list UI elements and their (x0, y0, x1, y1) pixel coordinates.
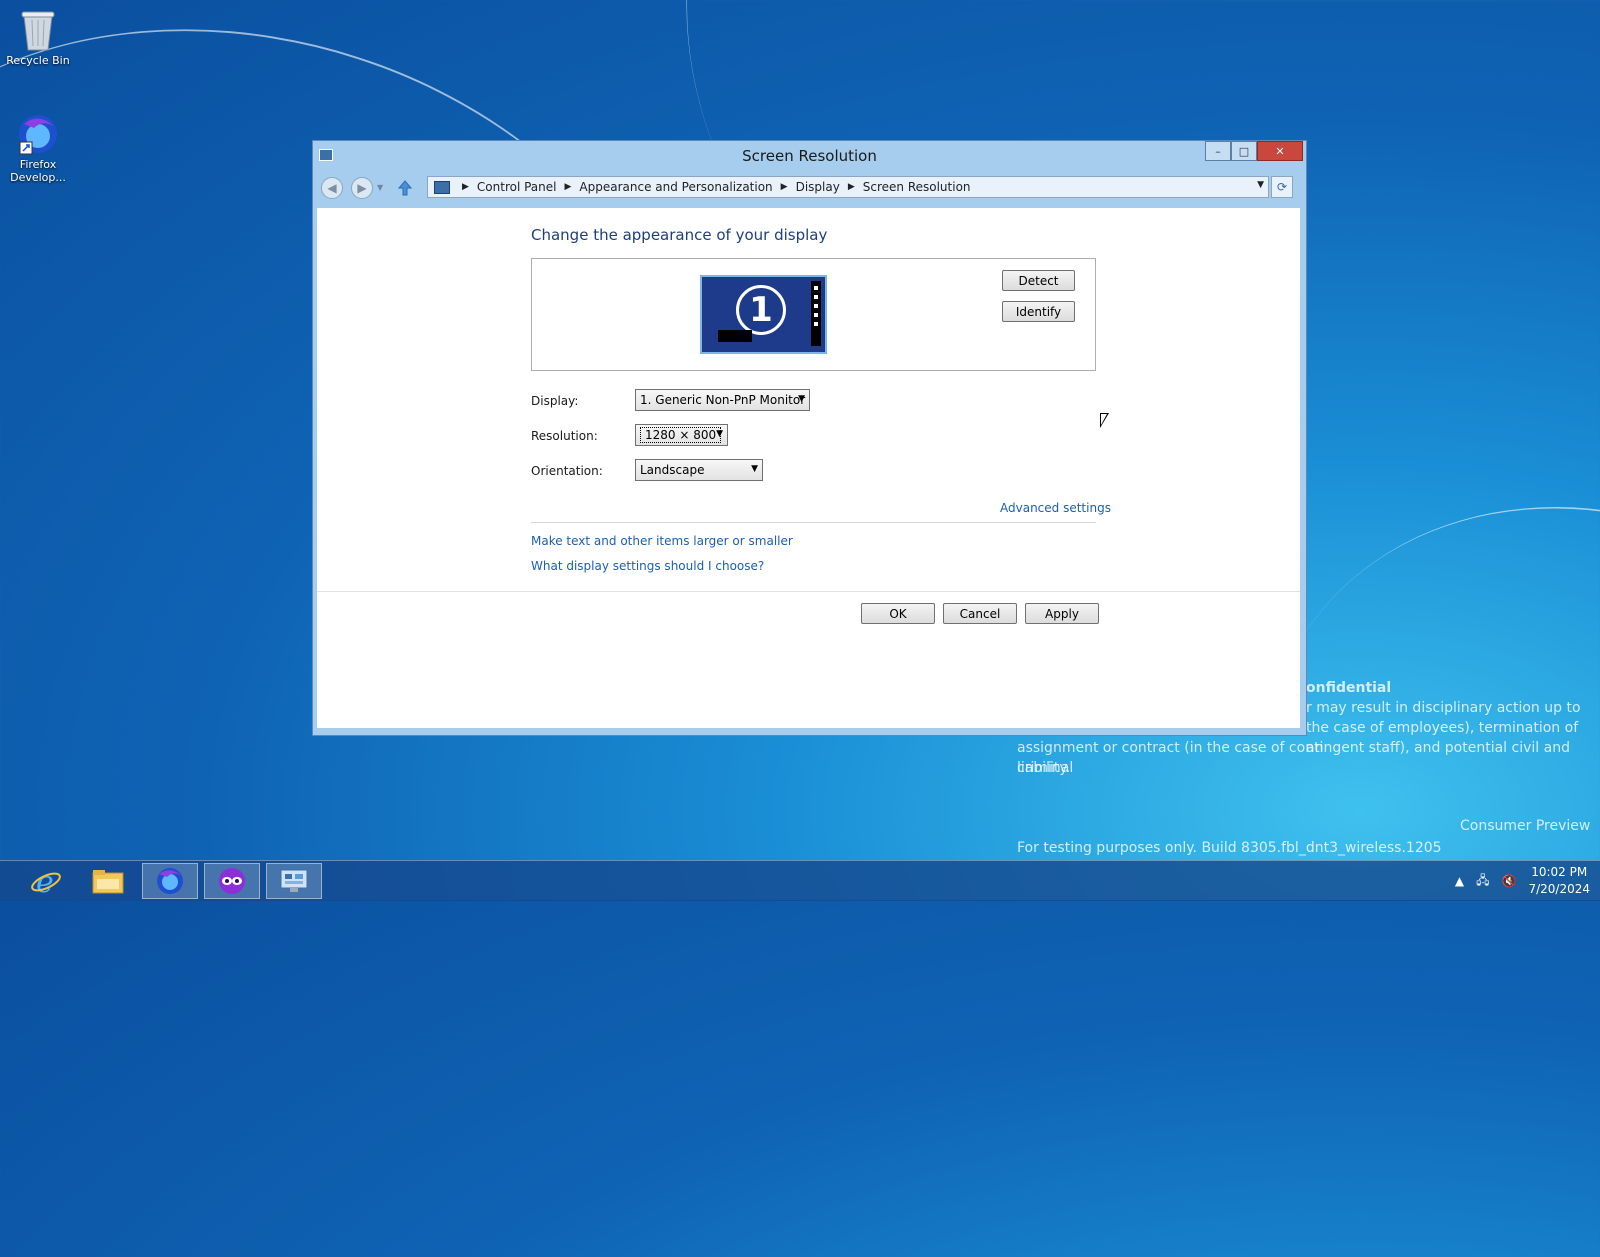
desktop-icon-firefox-developer[interactable]: Firefox Develop... (0, 112, 76, 184)
monitor-bar-icon (718, 330, 752, 342)
breadcrumb-separator-icon[interactable]: ▶ (565, 182, 572, 192)
clock-time: 10:02 PM (1531, 865, 1588, 879)
taskbar-private-browser[interactable] (204, 863, 260, 899)
display-select-value: 1. Generic Non-PnP Monitor (640, 393, 806, 407)
divider (317, 591, 1300, 592)
display-help-link[interactable]: What display settings should I choose? (531, 559, 764, 573)
window-title: Screen Resolution (742, 147, 877, 165)
apply-button[interactable]: Apply (1025, 603, 1099, 624)
watermark-text: For testing purposes only. Build 8305.fb… (1017, 840, 1442, 856)
show-hidden-icons-button[interactable]: ▲ (1455, 874, 1464, 888)
breadcrumb-appearance[interactable]: Appearance and Personalization (579, 180, 772, 194)
refresh-button[interactable]: ⟳ (1271, 176, 1293, 198)
taskbar: e ▲ 🖧 🔇 10:02 PM 7/20/2024 (0, 860, 1600, 901)
orientation-select-value: Landscape (640, 463, 705, 477)
close-button[interactable]: ✕ (1257, 141, 1303, 161)
orientation-select[interactable]: Landscape ▼ (635, 459, 763, 481)
screen-resolution-window: Screen Resolution – □ ✕ ◀ ▶ ▼ ▶ Control … (312, 140, 1307, 736)
breadcrumb-control-panel[interactable]: Control Panel (477, 180, 557, 194)
svg-text:e: e (36, 865, 54, 897)
identify-button[interactable]: Identify (1002, 301, 1075, 322)
watermark-text: r may result in disciplinary action up t… (1306, 700, 1581, 716)
clock[interactable]: 10:02 PM 7/20/2024 (1528, 864, 1590, 898)
desktop-icon-label: Firefox Develop... (10, 158, 66, 184)
page-heading: Change the appearance of your display (531, 226, 828, 244)
firefox-developer-icon (16, 112, 60, 156)
firefox-developer-icon (157, 868, 183, 894)
chevron-down-icon: ▼ (798, 394, 805, 404)
display-preview-panel: 1 Detect Identify (531, 258, 1096, 371)
volume-muted-icon[interactable]: 🔇 (1502, 874, 1517, 888)
control-panel-icon (280, 869, 308, 892)
back-arrow-icon: ◀ (327, 181, 337, 195)
maximize-icon: □ (1238, 144, 1250, 158)
refresh-icon: ⟳ (1276, 180, 1288, 194)
chevron-down-icon: ▼ (716, 429, 723, 439)
chevron-down-icon: ▼ (751, 464, 758, 474)
maximize-button[interactable]: □ (1231, 141, 1257, 161)
taskbar-strip-icon (811, 281, 821, 346)
breadcrumb-display[interactable]: Display (796, 180, 840, 194)
address-dropdown-icon[interactable]: ▼ (1257, 180, 1264, 190)
content-pane: Change the appearance of your display 1 … (317, 208, 1300, 728)
resolution-select-value: 1280 × 800 (640, 427, 722, 443)
watermark-text: liability. (1017, 760, 1071, 776)
desktop-icon-label: Recycle Bin (6, 54, 70, 67)
minimize-icon: – (1215, 144, 1221, 158)
address-bar[interactable]: ▶ Control Panel ▶ Appearance and Persona… (427, 176, 1269, 198)
title-bar[interactable]: Screen Resolution – □ ✕ (313, 141, 1306, 171)
watermark-text: onfidential (1306, 680, 1392, 696)
advanced-settings-link[interactable]: Advanced settings (1000, 501, 1111, 515)
taskbar-internet-explorer[interactable]: e (18, 863, 74, 899)
ok-button[interactable]: OK (861, 603, 935, 624)
display-select[interactable]: 1. Generic Non-PnP Monitor ▼ (635, 389, 810, 411)
text-size-link[interactable]: Make text and other items larger or smal… (531, 534, 793, 548)
control-panel-icon (434, 180, 450, 194)
taskbar-firefox-developer[interactable] (142, 863, 198, 899)
folder-icon (92, 870, 124, 894)
breadcrumb-separator-icon: ▶ (462, 182, 469, 192)
forward-arrow-icon: ▶ (357, 181, 367, 195)
internet-explorer-icon: e (31, 865, 61, 897)
breadcrumb-screen-resolution[interactable]: Screen Resolution (863, 180, 971, 194)
network-icon[interactable]: 🖧 (1476, 871, 1489, 892)
system-tray: ▲ 🖧 🔇 10:02 PM 7/20/2024 (1455, 861, 1590, 901)
monitor-number: 1 (736, 285, 786, 335)
private-mask-icon (219, 868, 245, 894)
forward-button[interactable]: ▶ (351, 177, 373, 199)
close-icon: ✕ (1275, 144, 1285, 158)
display-label: Display: (531, 394, 579, 408)
resolution-label: Resolution: (531, 429, 598, 443)
divider (531, 522, 1096, 523)
watermark-text: Consumer Preview (1460, 818, 1591, 834)
desktop-icon-recycle-bin[interactable]: Recycle Bin (0, 8, 76, 67)
orientation-label: Orientation: (531, 464, 603, 478)
watermark-text: assignment or contract (in the case of c… (1017, 740, 1570, 776)
taskbar-file-explorer[interactable] (80, 863, 136, 899)
up-button[interactable] (395, 178, 415, 198)
back-button[interactable]: ◀ (321, 177, 343, 199)
breadcrumb-separator-icon[interactable]: ▶ (781, 182, 788, 192)
resolution-select[interactable]: 1280 × 800 ▼ (635, 424, 728, 446)
cancel-button[interactable]: Cancel (943, 603, 1017, 624)
recent-pages-chevron-icon[interactable]: ▼ (377, 183, 383, 192)
up-arrow-icon (398, 180, 412, 196)
recycle-bin-icon (16, 8, 60, 52)
minimize-button[interactable]: – (1205, 141, 1231, 161)
mouse-cursor-icon (1100, 413, 1109, 428)
navigation-bar: ◀ ▶ ▼ ▶ Control Panel ▶ Appearance and P… (313, 171, 1306, 203)
monitor-1-tile[interactable]: 1 (700, 275, 827, 354)
breadcrumb-separator-icon[interactable]: ▶ (848, 182, 855, 192)
clock-date: 7/20/2024 (1528, 882, 1590, 896)
taskbar-control-panel[interactable] (266, 863, 322, 899)
detect-button[interactable]: Detect (1002, 270, 1075, 291)
